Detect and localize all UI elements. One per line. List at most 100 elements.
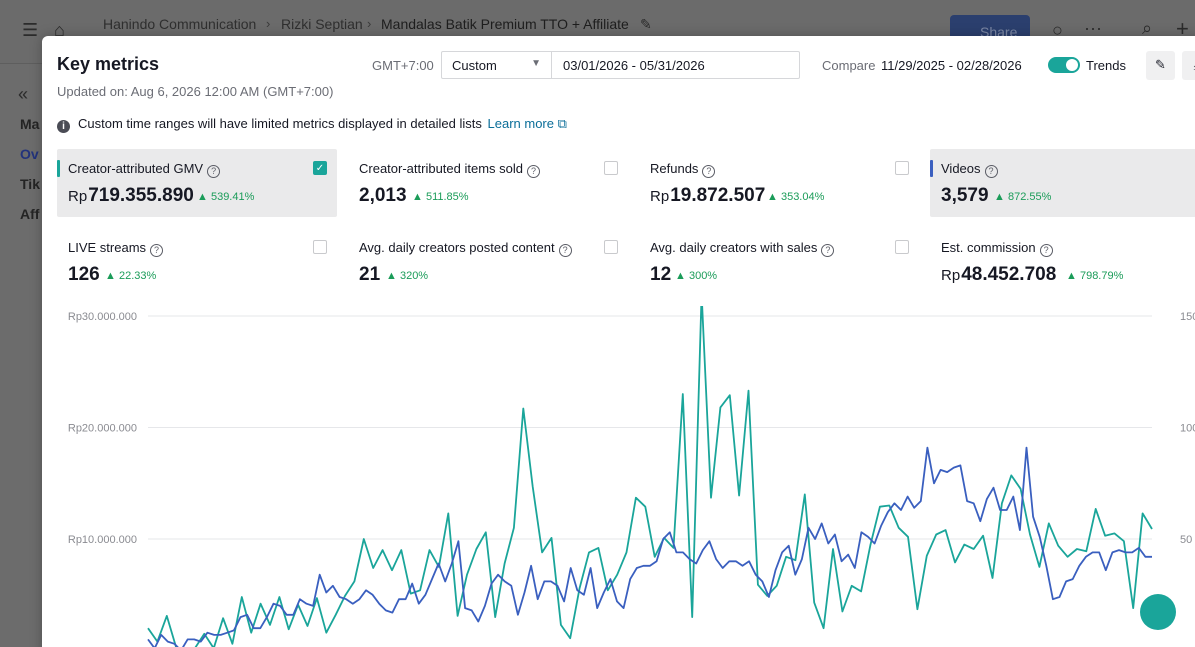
y-right-tick-label: 150	[1180, 311, 1195, 323]
timezone-label: GMT+7:00	[372, 58, 434, 73]
metric-value: 48.452.708	[961, 264, 1057, 285]
series-color-bar	[930, 160, 933, 177]
help-icon[interactable]: ?	[702, 165, 716, 178]
up-arrow-icon: ▲	[1066, 270, 1077, 282]
metric-checkbox[interactable]	[895, 161, 909, 175]
series-line-0	[147, 306, 1153, 647]
metric-value: 3,579	[941, 185, 989, 206]
metric-value: 12	[650, 264, 672, 285]
modal-title: Key metrics	[57, 54, 160, 74]
metric-value: 719.355.890	[88, 185, 194, 206]
breadcrumb-separator: ›	[367, 16, 372, 31]
metric-value: 21	[359, 264, 381, 285]
metric-checkbox[interactable]	[313, 240, 327, 254]
metric-value: 19.872.507	[670, 185, 766, 206]
sidebar-item: Aff	[20, 206, 40, 222]
metric-label: Est. commission	[941, 240, 1036, 255]
y-left-tick-label: Rp30.000.000	[68, 311, 137, 323]
sidebar-item: Ov	[20, 146, 39, 162]
metric-checkbox[interactable]	[604, 161, 618, 175]
up-arrow-icon: ▲	[197, 191, 208, 203]
collapse-icon: «	[18, 84, 29, 104]
metric-label: LIVE streams	[68, 240, 147, 255]
learn-more-link[interactable]: Learn more ⧉	[488, 116, 567, 131]
background-sidebar: « Ma Ov Tik Aff	[0, 64, 42, 647]
sidebar-item: Tik	[20, 176, 40, 192]
y-right-tick-label: 100	[1180, 423, 1195, 435]
breadcrumb-org: Hanindo Communication	[103, 16, 257, 32]
export-icon[interactable]: ⤓	[1182, 51, 1195, 80]
metric-value: 2,013	[359, 185, 407, 206]
metric-value: 126	[68, 264, 100, 285]
trend-chart: Rp30.000.000 150 Rp20.000.000 100 Rp10.000.0…	[68, 306, 1195, 647]
breadcrumb-current: Mandalas Batik Premium TTO + Affiliate	[381, 16, 629, 32]
help-icon[interactable]: ?	[207, 165, 221, 178]
y-right-tick-label: 50	[1180, 534, 1192, 546]
metric-change: 300%	[688, 270, 718, 282]
help-icon[interactable]: ?	[821, 244, 835, 257]
trends-label: Trends	[1086, 58, 1126, 73]
info-icon: i	[57, 120, 70, 133]
breadcrumb-separator: ›	[266, 16, 271, 31]
compare-label: Compare	[822, 58, 876, 73]
metric-checkbox[interactable]: ✓	[313, 161, 327, 175]
metric-change: 22.33%	[118, 270, 157, 282]
pin-icon: ✎	[640, 16, 652, 32]
help-icon[interactable]: ?	[150, 244, 164, 257]
y-left-tick-label: Rp20.000.000	[68, 423, 137, 435]
notice-text: Custom time ranges will have limited met…	[78, 116, 482, 131]
metric-card-est-commission[interactable]: Est. commission? Rp48.452.708 ▲ 798.79%	[930, 228, 1195, 296]
updated-timestamp: Updated on: Aug 6, 2026 12:00 AM (GMT+7:…	[57, 84, 334, 99]
chevron-down-icon: ▼	[531, 58, 541, 69]
help-icon[interactable]: ?	[558, 244, 572, 257]
up-arrow-icon: ▲	[994, 191, 1005, 203]
metric-change: 872.55%	[1007, 191, 1052, 203]
metric-change: 353.04%	[780, 191, 825, 203]
series-line-1	[147, 446, 1152, 647]
help-fab-button[interactable]	[1140, 594, 1176, 630]
currency: Rp	[941, 267, 961, 284]
currency: Rp	[650, 188, 670, 205]
key-metrics-modal: Key metrics Updated on: Aug 6, 2026 12:0…	[42, 36, 1195, 647]
help-icon[interactable]: ?	[527, 165, 541, 178]
up-arrow-icon: ▲	[386, 270, 397, 282]
currency: Rp	[68, 188, 88, 205]
metric-card-live-streams[interactable]: LIVE streams? 126 ▲ 22.33%	[57, 228, 337, 296]
metric-change: 320%	[399, 270, 429, 282]
date-range-input[interactable]: 03/01/2026 - 05/31/2026	[551, 51, 800, 79]
breadcrumb-person: Rizki Septian	[281, 16, 363, 32]
up-arrow-icon: ▲	[767, 191, 778, 203]
metric-checkbox[interactable]	[895, 240, 909, 254]
up-arrow-icon: ▲	[675, 270, 686, 282]
range-type-value: Custom	[452, 58, 497, 73]
custom-range-notice: i Custom time ranges will have limited me…	[57, 116, 567, 133]
compare-range[interactable]: 11/29/2025 - 02/28/2026	[881, 58, 1022, 73]
trends-toggle[interactable]	[1048, 57, 1080, 73]
metric-label: Avg. daily creators posted content	[359, 240, 555, 255]
metric-card-daily-creators-posted[interactable]: Avg. daily creators posted content? 21 ▲…	[348, 228, 628, 296]
metric-label: Avg. daily creators with sales	[650, 240, 818, 255]
edit-icon[interactable]: ✎	[1146, 51, 1175, 80]
metric-checkbox[interactable]	[604, 240, 618, 254]
help-icon[interactable]: ?	[984, 165, 998, 178]
help-icon[interactable]: ?	[1039, 244, 1053, 257]
metric-card-refunds[interactable]: Refunds? Rp19.872.507 ▲ 353.04%	[639, 149, 919, 217]
menu-icon: ☰	[22, 20, 39, 40]
metric-label: Refunds	[650, 161, 699, 176]
range-type-select[interactable]: Custom ▼	[441, 51, 552, 79]
metric-card-items-sold[interactable]: Creator-attributed items sold? 2,013 ▲ 5…	[348, 149, 628, 217]
sidebar-item: Ma	[20, 116, 40, 132]
metric-change: 798.79%	[1079, 270, 1124, 282]
metric-card-gmv[interactable]: Creator-attributed GMV? ✓ Rp719.355.890 …	[57, 149, 337, 217]
metric-label: Creator-attributed GMV	[68, 161, 204, 176]
toggle-knob	[1066, 59, 1078, 71]
metric-change: 539.41%	[210, 191, 255, 203]
up-arrow-icon: ▲	[412, 191, 423, 203]
metric-card-daily-creators-sales[interactable]: Avg. daily creators with sales? 12 ▲ 300…	[639, 228, 919, 296]
metric-label: Videos	[941, 161, 981, 176]
metric-change: 511.85%	[425, 191, 469, 203]
y-left-tick-label: Rp10.000.000	[68, 534, 137, 546]
metric-card-videos[interactable]: Videos? ✓ 3,579 ▲ 872.55%	[930, 149, 1195, 217]
up-arrow-icon: ▲	[105, 270, 116, 282]
external-link-icon: ⧉	[557, 116, 567, 131]
